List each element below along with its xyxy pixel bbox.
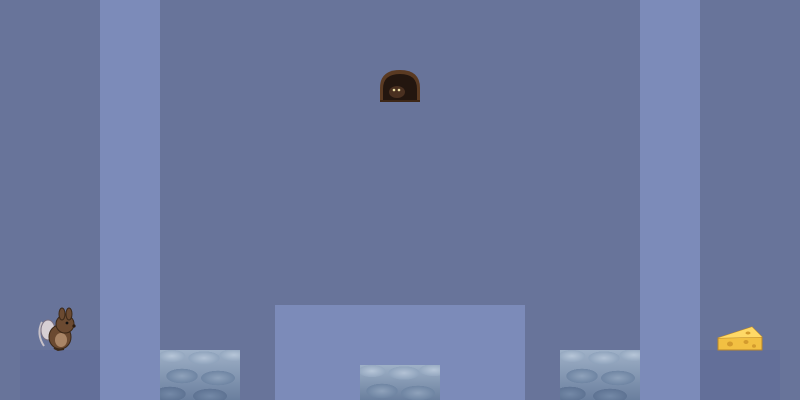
cloud-pit-left <box>160 350 240 400</box>
left-pillar <box>100 0 160 400</box>
center-platform-left <box>275 305 360 400</box>
center-platform-right <box>440 305 525 400</box>
game-scene <box>0 0 800 400</box>
mouse-icon[interactable] <box>34 304 80 352</box>
cloud-pit-center <box>360 365 440 400</box>
center-platform-top <box>360 305 440 365</box>
right-pillar <box>640 0 700 400</box>
left-start-ledge <box>20 350 100 400</box>
cheese-icon[interactable] <box>716 324 764 352</box>
mouse-hole-icon[interactable] <box>378 68 422 102</box>
right-goal-ledge <box>700 350 780 400</box>
cloud-pit-right <box>560 350 640 400</box>
